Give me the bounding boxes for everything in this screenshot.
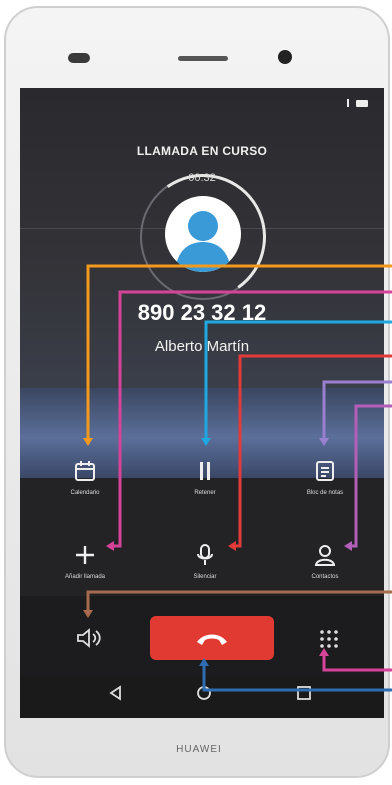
phone-screen: LLAMADA EN CURSO 00:32 890 23 32 12 Albe… [20, 88, 384, 718]
battery-icon [356, 100, 368, 107]
contacts-button[interactable]: Contactos [280, 544, 370, 580]
status-bar [337, 98, 368, 110]
calendar-label: Calendario [70, 490, 100, 496]
back-icon [109, 685, 121, 701]
recent-apps-button[interactable] [296, 685, 312, 706]
mute-button[interactable]: Silenciar [160, 544, 250, 580]
notes-label: Bloc de notas [306, 490, 344, 496]
front-camera [278, 50, 292, 64]
plus-icon [76, 546, 94, 564]
calendar-icon [75, 461, 95, 481]
hold-button[interactable]: Retener [160, 460, 250, 496]
calendar-button[interactable]: Calendario [40, 460, 130, 496]
notes-button[interactable]: Bloc de notas [280, 460, 370, 496]
contacts-label: Contactos [311, 574, 339, 580]
avatar [165, 196, 241, 272]
add-call-button[interactable]: Añadir llamada [40, 544, 130, 580]
add-call-label: Añadir llamada [64, 574, 106, 580]
phone-frame: LLAMADA EN CURSO 00:32 890 23 32 12 Albe… [4, 6, 390, 778]
notes-icon [316, 461, 334, 481]
phone-number: 890 23 32 12 [137, 300, 267, 325]
call-status-title: LLAMADA EN CURSO [136, 144, 268, 158]
contacts-icon [314, 545, 336, 566]
dialpad-button[interactable] [318, 628, 340, 655]
end-call-icon [197, 634, 227, 645]
call-timer: 00:32 [188, 172, 216, 184]
person-silhouette-icon [175, 211, 231, 272]
signal-icon [337, 99, 349, 107]
microphone-icon [197, 544, 213, 565]
back-button[interactable] [108, 685, 124, 706]
pause-icon [200, 462, 210, 480]
home-icon [197, 686, 211, 700]
speaker-icon [77, 628, 101, 648]
contact-name: Alberto Martín [154, 338, 250, 355]
home-button[interactable] [196, 685, 212, 706]
mute-label: Silenciar [193, 574, 217, 580]
brand-logo: HUAWEI [176, 744, 222, 755]
dialpad-icon [320, 630, 338, 648]
earpiece-speaker [178, 56, 228, 61]
sensor-dot [68, 53, 90, 63]
recent-apps-icon [297, 686, 311, 700]
end-call-button[interactable] [150, 616, 274, 660]
hold-label: Retener [194, 490, 216, 496]
speaker-button[interactable] [76, 628, 102, 653]
